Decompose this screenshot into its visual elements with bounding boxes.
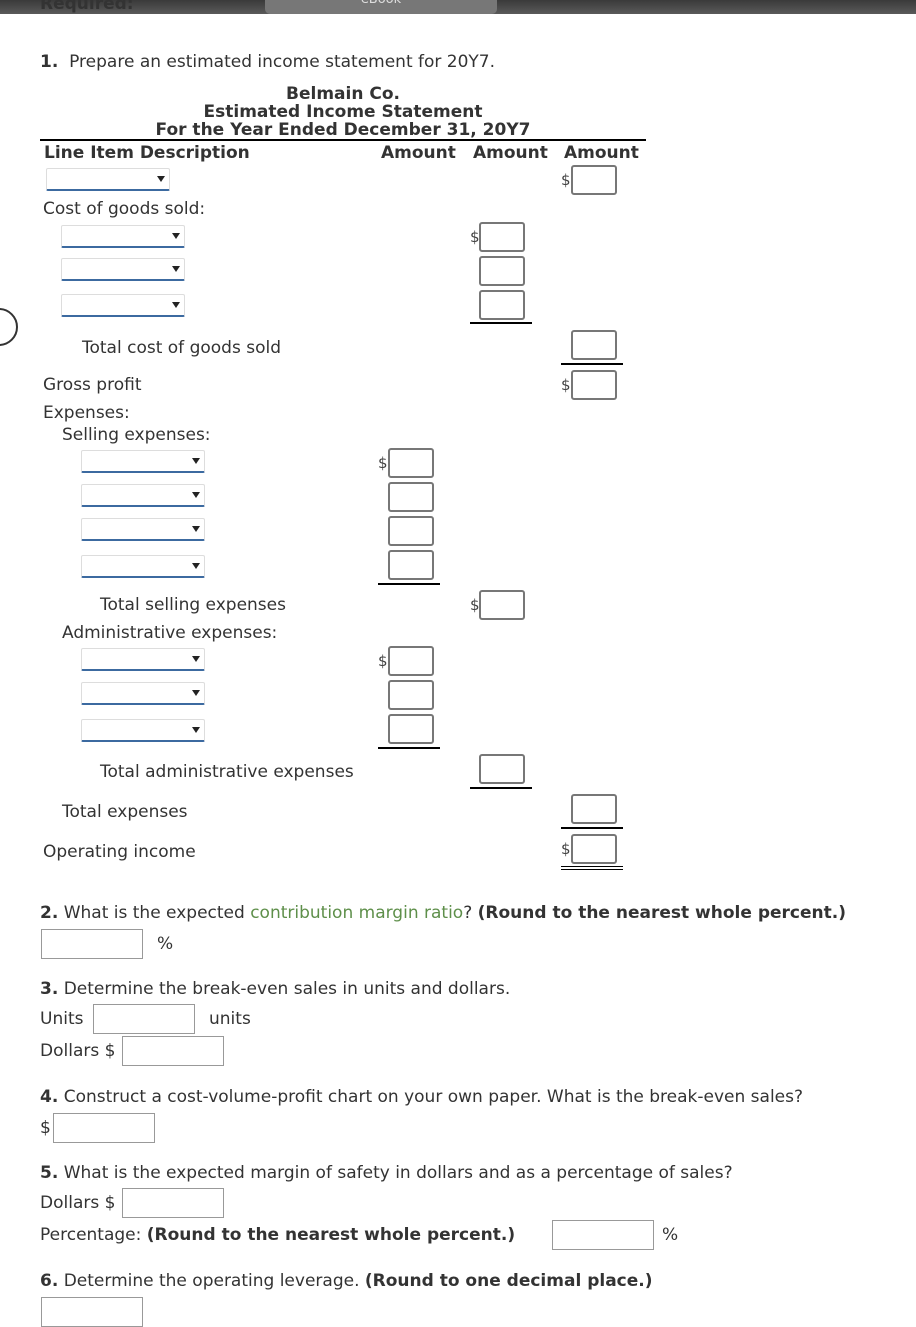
selling-expenses-label: Selling expenses:: [62, 425, 211, 445]
cogs-amount-input-2[interactable]: [479, 256, 525, 286]
total-expenses-input[interactable]: [571, 794, 617, 824]
total-selling-label: Total selling expenses: [100, 595, 286, 615]
cogs-line-select-2[interactable]: [61, 258, 185, 281]
admin-amount-input-1[interactable]: [388, 646, 434, 676]
q2-note: (Round to the nearest whole percent.): [477, 903, 846, 923]
gross-profit-input[interactable]: [571, 370, 617, 400]
percent-unit: %: [157, 934, 174, 954]
selling-line-select-2[interactable]: [81, 484, 205, 507]
tab-ebook[interactable]: eBook: [265, 0, 497, 14]
header-amount-3: Amount: [564, 143, 639, 163]
admin-amount-input-2[interactable]: [388, 680, 434, 710]
underline: [470, 787, 532, 789]
company-name: Belmain Co.: [286, 84, 400, 104]
revenue-line-select[interactable]: [46, 168, 170, 191]
statement-title: Estimated Income Statement: [203, 102, 483, 122]
underline: [470, 322, 532, 324]
required-heading: Required:: [40, 0, 134, 14]
q2-text-end: ?: [463, 903, 473, 923]
selling-amount-input-1[interactable]: [388, 448, 434, 478]
dollars-label: Dollars $: [40, 1041, 116, 1061]
dollar-sign: $: [561, 171, 571, 189]
cogs-amount-input-3[interactable]: [479, 290, 525, 320]
q4-number: 4.: [40, 1087, 59, 1107]
margin-safety-dollars-input[interactable]: [122, 1188, 224, 1218]
underline: [378, 747, 440, 749]
q6-number: 6.: [40, 1271, 59, 1291]
underline: [561, 827, 623, 829]
breakeven-units-input[interactable]: [93, 1004, 195, 1034]
cogs-line-select-3[interactable]: [61, 294, 185, 317]
header-amount-1: Amount: [381, 143, 456, 163]
percent-unit: %: [662, 1225, 679, 1245]
margin-safety-percent-input[interactable]: [552, 1220, 654, 1250]
cogs-label: Cost of goods sold:: [43, 199, 206, 219]
q4-text: Construct a cost-volume-profit chart on …: [63, 1087, 804, 1107]
total-expenses-label: Total expenses: [62, 802, 188, 822]
q5-number: 5.: [40, 1163, 59, 1183]
admin-amount-input-3[interactable]: [388, 714, 434, 744]
q6-note: (Round to one decimal place.): [364, 1271, 653, 1291]
contribution-margin-link[interactable]: contribution margin ratio: [250, 903, 463, 923]
dollar-sign: $: [378, 454, 388, 472]
expenses-label: Expenses:: [43, 403, 130, 423]
operating-leverage-input[interactable]: [41, 1297, 143, 1327]
admin-line-select-1[interactable]: [81, 648, 205, 671]
total-admin-input[interactable]: [479, 754, 525, 784]
header-amount-2: Amount: [473, 143, 548, 163]
dollar-sign: $: [40, 1118, 51, 1138]
dollar-sign: $: [561, 376, 571, 394]
q3-number: 3.: [40, 979, 59, 999]
dollar-sign: $: [378, 652, 388, 670]
selling-line-select-3[interactable]: [81, 518, 205, 541]
statement-period: For the Year Ended December 31, 20Y7: [155, 120, 531, 140]
q5-text: What is the expected margin of safety in…: [63, 1163, 733, 1183]
percentage-label: Percentage:: [40, 1225, 147, 1245]
revenue-amount-input[interactable]: [571, 165, 617, 195]
q1-text: Prepare an estimated income statement fo…: [69, 52, 496, 72]
underline: [378, 583, 440, 585]
cogs-amount-input-1[interactable]: [479, 222, 525, 252]
gross-profit-label: Gross profit: [43, 375, 142, 395]
q2-text: What is the expected: [63, 903, 251, 923]
units-unit: units: [209, 1009, 251, 1029]
breakeven-dollars-input[interactable]: [122, 1036, 224, 1066]
cogs-line-select-1[interactable]: [61, 225, 185, 248]
selling-amount-input-4[interactable]: [388, 550, 434, 580]
operating-income-input[interactable]: [571, 834, 617, 864]
q1-number: 1.: [40, 52, 59, 72]
q5-note: (Round to the nearest whole percent.): [146, 1225, 516, 1245]
dollars-label: Dollars $: [40, 1193, 116, 1213]
q3-text: Determine the break-even sales in units …: [63, 979, 511, 999]
admin-line-select-2[interactable]: [81, 682, 205, 705]
total-selling-input[interactable]: [479, 590, 525, 620]
header-rule: [40, 139, 646, 141]
q6-text: Determine the operating leverage.: [63, 1271, 365, 1291]
total-cogs-label: Total cost of goods sold: [82, 338, 281, 358]
nav-circle-button[interactable]: [0, 308, 18, 346]
total-cogs-input[interactable]: [571, 330, 617, 360]
admin-line-select-3[interactable]: [81, 719, 205, 742]
admin-expenses-label: Administrative expenses:: [62, 623, 278, 643]
underline: [561, 363, 623, 365]
total-admin-label: Total administrative expenses: [100, 762, 354, 782]
units-label: Units: [40, 1009, 84, 1029]
selling-amount-input-3[interactable]: [388, 516, 434, 546]
dollar-sign: $: [561, 840, 571, 858]
operating-income-label: Operating income: [43, 842, 196, 862]
cm-ratio-input[interactable]: [41, 929, 143, 959]
q2-number: 2.: [40, 903, 59, 923]
selling-line-select-4[interactable]: [81, 555, 205, 578]
selling-line-select-1[interactable]: [81, 450, 205, 473]
double-underline: [561, 866, 623, 870]
header-description: Line Item Description: [44, 143, 250, 163]
selling-amount-input-2[interactable]: [388, 482, 434, 512]
breakeven-sales-input[interactable]: [53, 1113, 155, 1143]
